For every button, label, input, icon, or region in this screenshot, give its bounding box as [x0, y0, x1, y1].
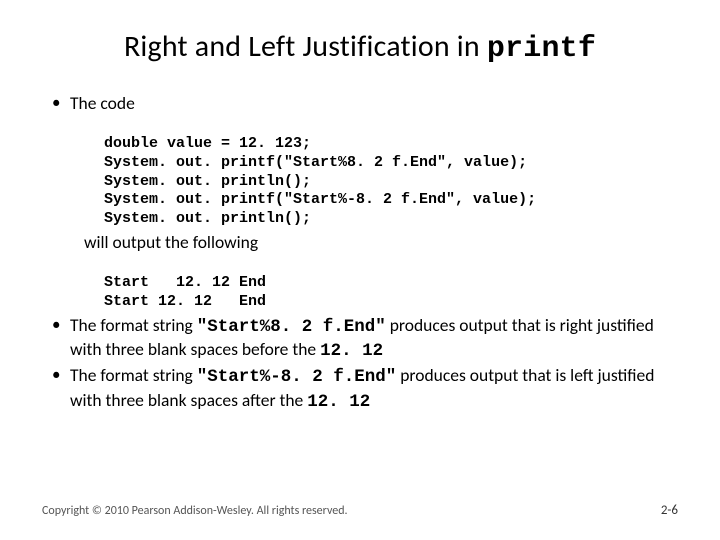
code-block: double value = 12. 123; System. out. pri… [104, 116, 678, 229]
value-code: 12. 12 [320, 341, 383, 361]
value-code: 12. 12 [307, 392, 370, 412]
output-line: Start 12. 12 End [104, 274, 266, 291]
code-line: System. out. printf("Start%-8. 2 f.End",… [104, 191, 536, 208]
copyright-text: Copyright © 2010 Pearson Addison-Wesley.… [42, 504, 348, 518]
code-line: System. out. println(); [104, 173, 311, 190]
title-text: Right and Left Justification in [124, 28, 487, 65]
bullet-code-intro: The code double value = 12. 123; System.… [48, 92, 678, 312]
bullet-list: The code double value = 12. 123; System.… [42, 92, 678, 413]
code-line: System. out. printf("Start%8. 2 f.End", … [104, 154, 527, 171]
code-line: double value = 12. 123; [104, 135, 311, 152]
format-string-code: "Start%8. 2 f.End" [197, 317, 386, 337]
bullet-left-justify: The format string "Start%-8. 2 f.End" pr… [48, 364, 678, 413]
output-line: Start 12. 12 End [104, 293, 266, 310]
bullet-right-justify: The format string "Start%8. 2 f.End" pro… [48, 314, 678, 363]
slide: Right and Left Justification in printf T… [0, 0, 720, 540]
format-string-code: "Start%-8. 2 f.End" [197, 367, 397, 387]
title-code: printf [487, 32, 596, 66]
will-output-text: will output the following [84, 231, 678, 253]
output-block: Start 12. 12 End Start 12. 12 End [104, 255, 678, 311]
page-number: 2-6 [661, 503, 678, 518]
bullet-text: The code [70, 92, 135, 114]
slide-title: Right and Left Justification in printf [42, 28, 678, 66]
code-line: System. out. println(); [104, 210, 311, 227]
text-segment: The format string [70, 314, 197, 336]
text-segment: The format string [70, 364, 197, 386]
